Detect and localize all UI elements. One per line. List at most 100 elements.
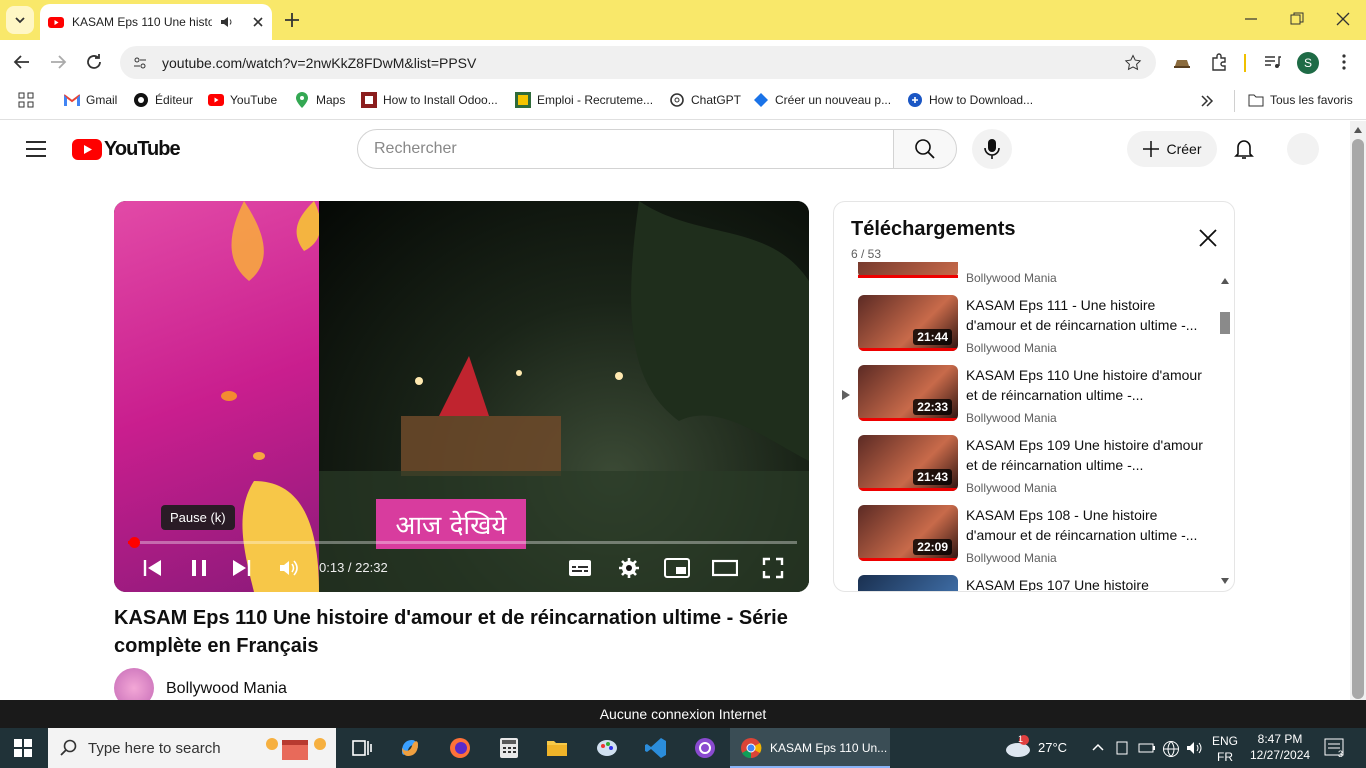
browser-toolbar: youtube.com/watch?v=2nwKkZ8FDwM&list=PPS… (0, 40, 1366, 84)
previous-icon[interactable] (142, 557, 164, 579)
forward-arrow-icon[interactable] (48, 52, 68, 72)
search-button[interactable] (893, 129, 957, 169)
channel-name[interactable]: Bollywood Mania (166, 680, 287, 698)
copilot-icon[interactable] (398, 736, 422, 760)
bookmark-maps[interactable]: Maps (294, 92, 345, 108)
bookmark-youtube[interactable]: YouTube (208, 92, 277, 108)
all-bookmarks-folder[interactable]: Tous les favoris (1248, 92, 1353, 108)
job-icon (515, 92, 531, 108)
create-button[interactable]: Créer (1127, 131, 1217, 167)
playlist-item-title: KASAM Eps 111 - Une histoire d'amour et … (966, 297, 1198, 333)
calculator-app-icon[interactable] (497, 736, 521, 760)
file-explorer-icon[interactable] (545, 736, 569, 760)
playlist-scroll-up-icon[interactable] (1221, 278, 1229, 284)
taskbar-chrome-window[interactable]: KASAM Eps 110 Un... (730, 728, 890, 768)
media-control-icon[interactable] (1262, 52, 1282, 72)
bookmark-how-to-download[interactable]: How to Download... (907, 92, 1033, 108)
playlist-scroll-down-icon[interactable] (1221, 578, 1229, 584)
theater-mode-icon[interactable] (712, 557, 738, 579)
pause-icon[interactable] (188, 557, 210, 579)
youtube-favicon-icon (48, 17, 64, 28)
taskbar-search[interactable]: Type here to search (48, 728, 336, 768)
speaker-icon[interactable] (220, 15, 234, 29)
menu-kebab-icon[interactable] (1336, 52, 1352, 72)
bookmark-creer[interactable]: Créer un nouveau p... (753, 92, 891, 108)
tab-search-button[interactable] (6, 6, 34, 34)
partial-thumbnail[interactable] (858, 262, 958, 278)
tab-title: KASAM Eps 110 Une histoire d'amour (72, 15, 212, 29)
new-tab-icon[interactable] (282, 10, 302, 30)
search-input[interactable]: Rechercher (357, 129, 894, 169)
firefox-icon[interactable] (448, 736, 472, 760)
progress-bar[interactable] (128, 537, 797, 548)
duration-badge: 21:43 (913, 469, 952, 485)
extensions-puzzle-icon[interactable] (1209, 52, 1229, 72)
account-avatar[interactable] (1287, 133, 1319, 165)
network-globe-icon[interactable] (1162, 740, 1180, 758)
next-icon[interactable] (230, 557, 252, 579)
profile-avatar[interactable]: S (1297, 52, 1319, 74)
maps-icon (294, 92, 310, 108)
chatgpt-icon (669, 92, 685, 108)
voice-search-button[interactable] (972, 129, 1012, 169)
scroll-up-icon[interactable] (1354, 127, 1362, 133)
playlist-scrollbar[interactable] (1220, 278, 1230, 590)
minimize-icon[interactable] (1244, 12, 1258, 26)
vscode-icon[interactable] (644, 736, 668, 760)
close-window-icon[interactable] (1336, 12, 1350, 26)
miniplayer-icon[interactable] (664, 557, 690, 579)
chevron-down-icon (15, 17, 25, 24)
bookmark-editeur[interactable]: Éditeur (133, 92, 193, 108)
close-tab-icon[interactable] (252, 16, 264, 28)
playlist-item[interactable]: 21:43 KASAM Eps 109 Une histoire d'amour… (858, 435, 1218, 505)
playlist-scrollbar-thumb[interactable] (1220, 312, 1230, 334)
playlist-title[interactable]: Téléchargements (851, 218, 1016, 241)
folder-icon (1248, 92, 1264, 108)
youtube-logo[interactable]: YouTube (72, 138, 181, 161)
taskbar-search-icon (60, 739, 77, 756)
bookmark-emploi[interactable]: Emploi - Recruteme... (515, 92, 653, 108)
video-thumbnail: 22:09 (858, 505, 958, 561)
notifications-bell-icon[interactable] (1234, 138, 1254, 160)
system-clock[interactable]: 8:47 PM 12/27/2024 (1250, 731, 1310, 763)
playlist-item[interactable]: KASAM Eps 107 Une histoire (858, 575, 1218, 591)
page-scrollbar-thumb[interactable] (1352, 139, 1364, 699)
apps-grid-icon[interactable] (18, 92, 34, 108)
address-bar[interactable]: youtube.com/watch?v=2nwKkZ8FDwM&list=PPS… (120, 46, 1156, 79)
battery-icon[interactable] (1138, 740, 1156, 756)
volume-icon[interactable] (278, 557, 300, 579)
site-settings-icon[interactable] (132, 55, 148, 71)
tab-strip: KASAM Eps 110 Une histoire d'amour (0, 0, 1366, 40)
bookmark-star-icon[interactable] (1124, 54, 1142, 72)
language-indicator[interactable]: ENG FR (1212, 733, 1238, 765)
fullscreen-icon[interactable] (762, 557, 784, 579)
bookmarks-bar: Gmail Éditeur YouTube Maps How to Instal… (0, 84, 1366, 120)
guide-menu-icon[interactable] (26, 141, 46, 157)
task-view-icon[interactable] (350, 736, 374, 760)
media-app-icon[interactable] (693, 736, 717, 760)
active-tab[interactable]: KASAM Eps 110 Une histoire d'amour (40, 4, 272, 40)
video-player[interactable]: आज देखिये Pause (k) 0:13 / 22:32 (114, 201, 809, 592)
close-playlist-icon[interactable] (1198, 228, 1218, 248)
playlist-item[interactable]: 22:09 KASAM Eps 108 - Une histoire d'amo… (858, 505, 1218, 575)
tray-app-icon[interactable] (1114, 740, 1130, 756)
paint-app-icon[interactable] (595, 736, 619, 760)
weather-badge: 1 (1018, 734, 1024, 744)
windows-start-icon[interactable] (14, 739, 32, 757)
restore-icon[interactable] (1290, 12, 1304, 26)
back-arrow-icon[interactable] (12, 52, 32, 72)
reload-icon[interactable] (84, 52, 104, 72)
playlist-item[interactable]: 21:44 KASAM Eps 111 - Une histoire d'amo… (858, 295, 1218, 365)
extension-hat-icon[interactable] (1172, 52, 1192, 72)
bookmark-chatgpt[interactable]: ChatGPT (669, 92, 741, 108)
show-hidden-icons-icon[interactable] (1092, 742, 1104, 754)
settings-gear-icon[interactable] (618, 557, 640, 579)
playlist-item-current[interactable]: 22:33 KASAM Eps 110 Une histoire d'amour… (858, 365, 1218, 435)
bookmark-gmail[interactable]: Gmail (64, 92, 117, 108)
more-bookmarks-chevron-icon[interactable] (1200, 94, 1214, 108)
bookmark-odoo[interactable]: How to Install Odoo... (361, 92, 498, 108)
page-scrollbar[interactable] (1350, 121, 1366, 700)
temperature[interactable]: 27°C (1038, 740, 1067, 755)
volume-tray-icon[interactable] (1186, 740, 1204, 756)
subtitles-icon[interactable] (568, 557, 592, 579)
